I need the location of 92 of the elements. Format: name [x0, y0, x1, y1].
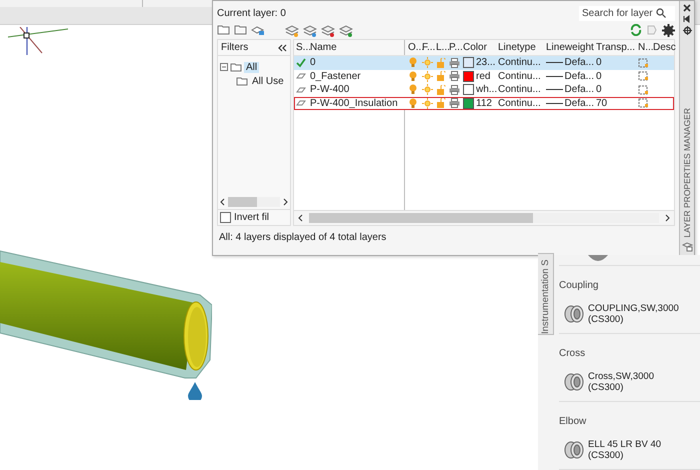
layer-name-cell-text: P-W-400_Insulation: [309, 98, 399, 109]
invert-filter-checkbox[interactable]: [220, 212, 231, 223]
filters-heading: Filters: [221, 42, 248, 53]
layer-icon: [296, 98, 306, 108]
lightbulb-icon[interactable]: [408, 57, 418, 68]
lightbulb-icon[interactable]: [408, 70, 418, 82]
lineweight-cell: Defa...: [564, 98, 594, 109]
palette-item[interactable]: ELL 45 LR BV 40 (CS300): [559, 439, 700, 461]
color-swatch[interactable]: [463, 70, 474, 82]
palette-item[interactable]: COUPLING,SW,3000 (CS300): [559, 303, 700, 325]
palette-section-heading: Elbow: [559, 416, 588, 427]
color-name-cell: 23...: [476, 57, 496, 68]
palette-section-heading: Coupling: [559, 280, 600, 291]
layer-stack-icon[interactable]: [285, 24, 299, 36]
scroll-right-icon[interactable]: [665, 214, 670, 222]
layer-row[interactable]: 0_Fastener red Continu... Defa... 0: [294, 70, 674, 83]
viewport-icon: [638, 71, 649, 82]
column-header[interactable]: Transp...: [594, 42, 636, 53]
layer-stack-icon[interactable]: [339, 24, 353, 36]
layer-stack-icon[interactable]: [303, 24, 317, 36]
column-header[interactable]: L...: [434, 42, 447, 53]
collapse-icon[interactable]: [220, 63, 228, 71]
transparency-cell-text: 0: [595, 57, 603, 68]
color-name-cell: wh...: [476, 84, 498, 96]
transparency-cell-text: 70: [595, 98, 608, 109]
linetype-cell-text: Continu...: [497, 70, 542, 82]
printer-icon[interactable]: [449, 84, 460, 95]
column-header[interactable]: S...: [294, 42, 308, 53]
lineweight-cell: Defa...: [564, 84, 594, 96]
current-layer-label: Current layer: 0: [217, 8, 286, 18]
status-text: All: 4 layers displayed of 4 total layers: [219, 232, 386, 242]
column-header[interactable]: N...: [636, 42, 651, 53]
checkmark-icon: [296, 58, 306, 68]
color-swatch[interactable]: [463, 98, 474, 109]
lineweight-line: [546, 76, 563, 77]
color-swatch[interactable]: [463, 57, 474, 68]
scrollbar-track[interactable]: [228, 197, 280, 207]
panel-title: LAYER PROPERTIES MANAGER: [681, 108, 693, 238]
filter-folder-icon: [236, 76, 248, 86]
filter-folder-icon: [230, 62, 242, 72]
layer-icon: [296, 71, 306, 82]
printer-icon[interactable]: [449, 98, 460, 108]
collapse-panel-icon[interactable]: [278, 44, 287, 52]
lineweight-line: [546, 89, 563, 90]
printer-icon[interactable]: [449, 71, 460, 82]
color-name-cell: red: [476, 70, 490, 82]
scroll-right-icon[interactable]: [283, 198, 288, 206]
printer-icon[interactable]: [449, 58, 460, 68]
layer-row[interactable]: 0 23... Continu... Defa... 0: [294, 56, 674, 70]
layer-name-cell-text: P-W-400: [309, 84, 350, 96]
linetype-cell-text: Continu...: [497, 57, 542, 68]
scrollbar-thumb[interactable]: [309, 213, 533, 223]
lineweight-cell: Defa...: [564, 57, 594, 68]
color-name-cell: 112: [476, 98, 492, 109]
layer-states-icon[interactable]: [251, 24, 265, 36]
layer-name-cell-text: 0: [309, 57, 317, 68]
transparency-cell-text: 0: [595, 84, 603, 96]
lineweight-line: [546, 62, 563, 64]
sun-icon[interactable]: [422, 98, 433, 109]
ucs-crosshair-drawing: [8, 27, 68, 57]
layer-stack-icon[interactable]: [321, 24, 335, 36]
palette-section-heading: Cross: [559, 348, 586, 359]
linetype-cell-text: Continu...: [497, 84, 542, 96]
viewport-icon: [638, 58, 649, 68]
transparency-cell-text: 0: [595, 70, 603, 82]
viewport-icon: [638, 98, 649, 108]
lightbulb-icon[interactable]: [408, 84, 418, 96]
viewport-icon: [638, 84, 649, 95]
lightbulb-icon[interactable]: [408, 98, 418, 109]
search-field[interactable]: Search for layer: [579, 6, 675, 20]
scroll-left-icon[interactable]: [298, 214, 303, 222]
refresh-icon[interactable]: [630, 24, 642, 36]
layer-icon: [296, 84, 306, 95]
scrollbar-track[interactable]: [309, 213, 659, 223]
filter-tree-item[interactable]: All: [244, 62, 260, 72]
search-icon: [656, 8, 666, 18]
column-header[interactable]: Linetype: [496, 42, 544, 53]
linetype-cell-text: Continu...: [497, 98, 542, 109]
palette-item[interactable]: Cross,SW,3000 (CS300): [559, 371, 700, 393]
column-header[interactable]: Color: [461, 42, 496, 53]
color-swatch[interactable]: [463, 84, 474, 96]
filter-tree-item[interactable]: All Use: [250, 76, 286, 86]
scrollbar-thumb[interactable]: [228, 197, 257, 207]
layer-row[interactable]: P-W-400_Insulation 112 Continu... Defa... 70: [294, 96, 674, 110]
palette-tab[interactable]: Instrumentation S: [538, 253, 554, 335]
lineweight-line: [546, 102, 563, 104]
invert-filter-label: Invert fil: [234, 212, 270, 223]
column-header[interactable]: Lineweight: [544, 42, 594, 53]
layer-name-cell-text: 0_Fastener: [309, 70, 362, 82]
scroll-left-icon[interactable]: [220, 198, 225, 206]
close-icon[interactable]: [683, 4, 691, 12]
lineweight-cell: Defa...: [564, 70, 594, 82]
